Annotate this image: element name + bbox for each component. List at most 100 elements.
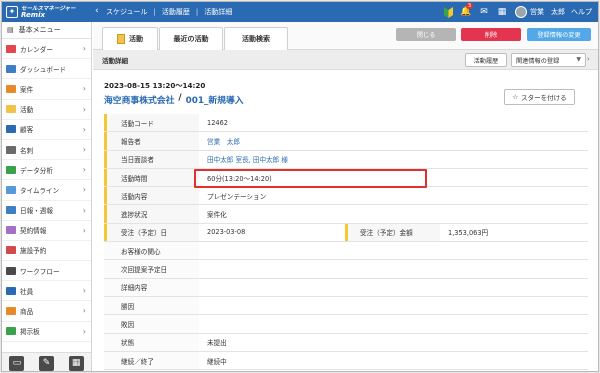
sidebar-item[interactable]: 掲示板 ›	[2, 322, 91, 342]
detail-row: 当日面談者 田中太郎 室長, 田中太郎 様	[104, 150, 588, 169]
detail-row: 状態 未提出	[104, 333, 588, 352]
sidebar-item-label: 日報・週報	[20, 207, 53, 216]
sidebar-item-label: ワークフロー	[20, 267, 60, 276]
sidebar-item-label: 顧客	[20, 126, 34, 135]
chevron-right-icon: ›	[82, 286, 86, 296]
activity-datetime: 2023-08-15 13:20～14:20	[104, 81, 206, 90]
app-window: ✦ セールスマネージャー Remix ‹ スケジュール | 活動履歴 | 活動詳…	[1, 1, 599, 372]
sidebar-header-label: 基本メニュー	[18, 26, 61, 34]
sidebar-item[interactable]: 案件 ›	[2, 79, 91, 100]
sidebar-item[interactable]: データ分析 ›	[2, 160, 91, 181]
grid-menu-icon[interactable]: ▦	[493, 2, 511, 22]
sidebar-item[interactable]: ワークフロー	[2, 261, 91, 282]
sidebar-header[interactable]: ▤ 基本メニュー	[2, 22, 91, 39]
chevron-right-icon: ›	[82, 84, 86, 94]
company-link[interactable]: 海空商事株式会社	[104, 93, 174, 106]
breadcrumb-activity-detail: 活動詳細	[204, 8, 233, 16]
breadcrumb-activity-history[interactable]: 活動履歴	[162, 7, 190, 17]
logo-mark-icon: ✦	[6, 6, 18, 18]
chevron-right-icon[interactable]: ›	[587, 55, 590, 63]
detail-row: 活動内容 プレゼンテーション	[104, 187, 588, 206]
sidebar-item[interactable]: 顧客 ›	[2, 120, 91, 140]
sidebar-item-label: ダッシュボード	[20, 65, 67, 74]
detail-row: 詳細内容	[104, 278, 588, 297]
chevron-right-icon: ›	[82, 306, 86, 316]
app-grid-icon[interactable]: ▦	[68, 355, 84, 371]
help-link[interactable]: ヘルプ	[571, 7, 598, 17]
chevron-right-icon: ›	[82, 205, 86, 215]
beginner-mark-icon[interactable]	[439, 2, 457, 22]
sidebar-item[interactable]: 名刺 ›	[2, 140, 91, 161]
employee-icon	[6, 286, 16, 295]
notification-bell-icon[interactable]: 🔔 3	[457, 2, 475, 22]
tab-activity-search[interactable]: 活動検索	[224, 27, 288, 50]
sidebar-item[interactable]: タイムライン ›	[2, 180, 91, 201]
detail-row: 受注（予定）日 2023-03-08 受注（予定）金額 1,353,063円	[104, 223, 588, 243]
detail-row: 進捗状況 案件化	[104, 205, 588, 224]
section-header: 活動詳細 活動履歴 関連情報の登録 ▼ ›	[93, 50, 598, 70]
back-arrow-icon[interactable]: ‹	[95, 6, 99, 16]
breadcrumb-schedule[interactable]: スケジュール	[106, 7, 148, 17]
company-deal-title: 海空商事株式会社 / 001_新規導入	[104, 93, 244, 106]
field-label: 勝因	[104, 296, 199, 315]
sidebar-item-label: 掲示板	[20, 328, 40, 337]
mail-icon[interactable]: ✉	[475, 2, 493, 22]
user-menu[interactable]: 営業 太郎	[511, 6, 571, 18]
sidebar-item[interactable]: ダッシュボード	[2, 59, 91, 80]
sidebar-item[interactable]: 社員 ›	[2, 281, 91, 302]
delete-button[interactable]: 削除	[461, 28, 521, 41]
detail-row: 報告者 営業 太郎	[104, 132, 588, 151]
tab-activity[interactable]: 活動	[102, 27, 158, 50]
sidebar-item[interactable]: 施設予約	[2, 241, 91, 262]
sidebar-bottom-tools: ▭ ✎ ▦	[2, 352, 91, 371]
breadcrumb-separator-icon: |	[153, 8, 156, 16]
board-icon	[6, 327, 16, 336]
field-label: 活動時間	[104, 168, 199, 187]
field-value[interactable]: 営業 太郎	[199, 136, 569, 146]
menu-grid-icon: ▤	[7, 26, 14, 34]
edit-registration-button[interactable]: 登録情報の変更	[527, 28, 591, 41]
related-info-select[interactable]: 関連情報の登録 ▼	[511, 53, 586, 67]
wrench-icon[interactable]: ✎	[38, 355, 54, 371]
tab-activity-label: 活動	[129, 35, 143, 43]
chevron-right-icon: ›	[82, 165, 86, 175]
field-label: 活動内容	[104, 187, 199, 205]
sidebar-item[interactable]: 日報・週報 ›	[2, 201, 91, 221]
deal-link[interactable]: 001_新規導入	[186, 93, 244, 106]
section-title: 活動詳細	[102, 56, 128, 65]
breadcrumb: スケジュール | 活動履歴 | 活動詳細	[106, 7, 232, 17]
sidebar-item-label: タイムライン	[20, 186, 60, 195]
window-icon[interactable]: ▭	[9, 355, 25, 371]
star-icon: ☆	[512, 93, 519, 101]
field-value: 1,353,063円	[448, 229, 489, 238]
sidebar-item-label: 活動	[20, 106, 34, 115]
sidebar-item[interactable]: カレンダー ›	[2, 39, 91, 60]
close-button[interactable]: 閉じる	[396, 28, 456, 41]
field-label: 当日面談者	[104, 150, 199, 168]
detail-row: お客様の関心	[104, 242, 588, 261]
app-logo[interactable]: ✦ セールスマネージャー Remix	[2, 2, 92, 22]
field-label: 報告者	[104, 132, 199, 150]
logo-line2: Remix	[21, 11, 45, 19]
field-value: 12462	[207, 118, 228, 127]
field-value[interactable]: 田中太郎 室長, 田中太郎 様	[199, 154, 569, 164]
add-star-button[interactable]: ☆ スターを付ける	[504, 89, 575, 105]
card-icon	[6, 145, 16, 154]
tab-search-label: 活動検索	[242, 35, 270, 43]
sidebar-items: カレンダー › ダッシュボード 案件 › 活動 › 顧客 › 名刺 › データ分析 › タイムライン › 日報…	[2, 39, 91, 342]
sidebar-item[interactable]: 活動 ›	[2, 100, 91, 120]
chevron-right-icon: ›	[82, 225, 86, 235]
detail-row: 活動コード 12462	[104, 114, 588, 133]
field-label: 受注（予定）日	[104, 223, 199, 242]
tab-recent-activity[interactable]: 最近の活動	[159, 27, 223, 50]
activity-history-button[interactable]: 活動履歴	[465, 53, 507, 67]
field-value: 未提出	[207, 339, 227, 348]
detail-row: 継続／終了 継続中	[104, 351, 588, 371]
sidebar-item[interactable]: 商品 ›	[2, 301, 91, 322]
field-label: 詳細内容	[104, 278, 199, 296]
detail-row: 商品情報項目商品カテゴリA	[104, 370, 588, 371]
highlight-box	[194, 169, 427, 188]
calendar-icon	[6, 44, 16, 53]
sidebar-item[interactable]: 契約情報 ›	[2, 221, 91, 241]
field-label: 継続／終了	[104, 351, 199, 370]
